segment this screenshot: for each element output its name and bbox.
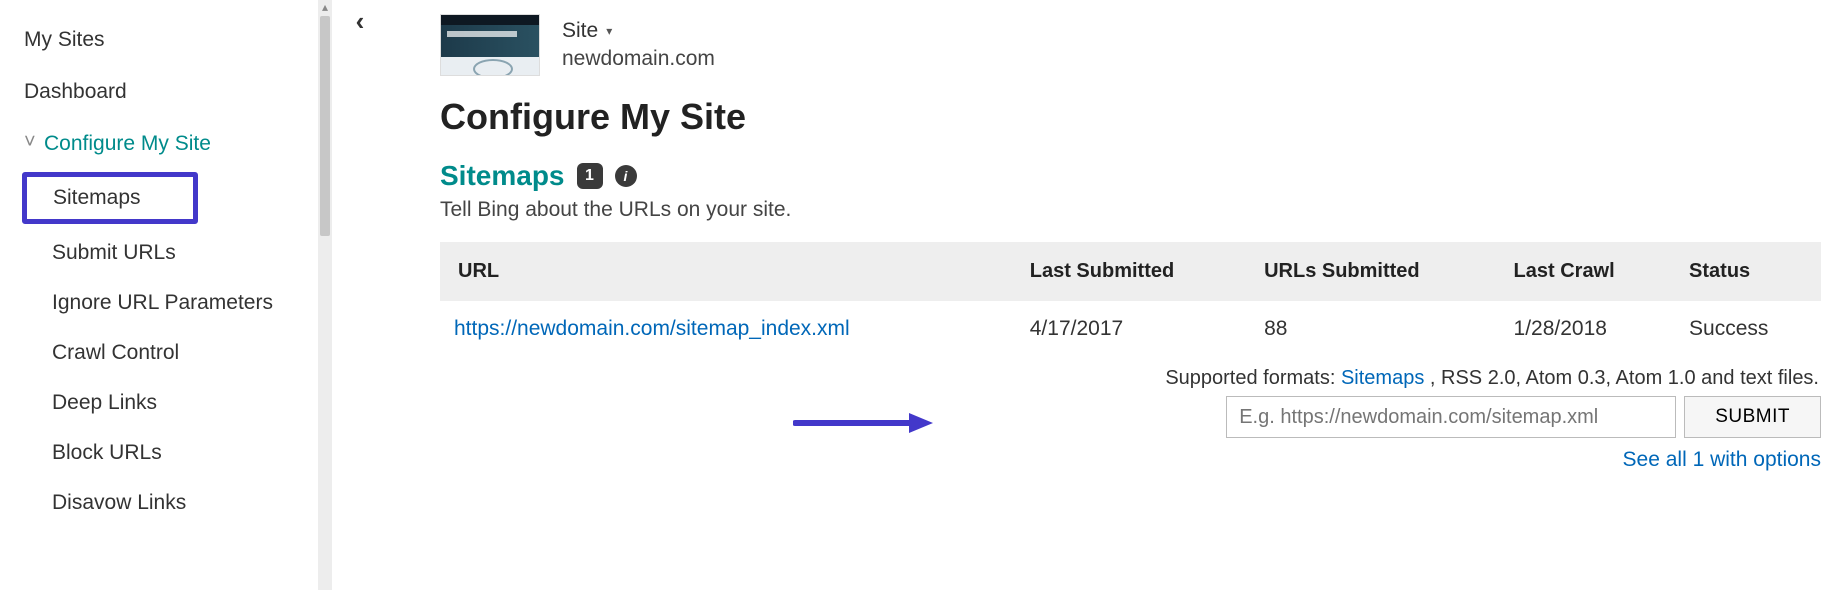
section-title: Sitemaps xyxy=(440,160,565,192)
sidebar-sub-deep-links[interactable]: Deep Links xyxy=(0,378,318,428)
sidebar-item-my-sites[interactable]: My Sites xyxy=(0,14,318,66)
collapse-sidebar-icon[interactable]: ‹ xyxy=(345,6,375,42)
page-title: Configure My Site xyxy=(440,96,1821,138)
supported-formats: Supported formats: Sitemaps , RSS 2.0, A… xyxy=(440,367,1819,390)
sidebar-item-label: Configure My Site xyxy=(44,132,211,155)
submit-button[interactable]: SUBMIT xyxy=(1684,396,1821,438)
col-url[interactable]: URL xyxy=(440,242,1016,301)
section-head: Sitemaps 1 i xyxy=(440,160,1821,192)
sidebar-item-label: Deep Links xyxy=(52,391,157,414)
dropdown-triangle-icon: ▾ xyxy=(606,23,612,39)
section-description: Tell Bing about the URLs on your site. xyxy=(440,198,1821,222)
info-icon[interactable]: i xyxy=(615,165,637,187)
scroll-up-icon[interactable]: ▴ xyxy=(318,0,332,14)
sidebar: My Sites Dashboard ˅Configure My Site Si… xyxy=(0,0,332,590)
sidebar-item-label: Ignore URL Parameters xyxy=(52,291,273,314)
count-badge: 1 xyxy=(577,163,603,189)
sidebar-item-label: My Sites xyxy=(24,28,105,51)
main-content: Site ▾ newdomain.com Configure My Site S… xyxy=(332,0,1837,590)
sidebar-item-label: Block URLs xyxy=(52,441,162,464)
submit-sitemap-row: SUBMIT xyxy=(440,396,1821,438)
formats-prefix: Supported formats: xyxy=(1165,367,1341,389)
cell-urls-submitted: 88 xyxy=(1250,301,1499,357)
sidebar-item-configure-my-site[interactable]: ˅Configure My Site xyxy=(0,118,318,170)
table-row: https://newdomain.com/sitemap_index.xml … xyxy=(440,301,1821,357)
sidebar-sub-disavow-links[interactable]: Disavow Links xyxy=(0,478,318,528)
sidebar-item-label: Disavow Links xyxy=(52,491,186,514)
chevron-down-icon: ˅ xyxy=(24,131,42,154)
formats-suffix: , RSS 2.0, Atom 0.3, Atom 1.0 and text f… xyxy=(1424,367,1819,389)
sidebar-item-label: Submit URLs xyxy=(52,241,176,264)
site-thumbnail xyxy=(440,14,540,76)
col-status[interactable]: Status xyxy=(1675,242,1821,301)
sidebar-sub-crawl-control[interactable]: Crawl Control xyxy=(0,328,318,378)
site-domain: newdomain.com xyxy=(562,45,715,73)
see-all-row: See all 1 with options xyxy=(440,448,1821,472)
sitemap-url-input[interactable] xyxy=(1226,396,1676,438)
site-selector[interactable]: Site ▾ xyxy=(562,17,612,45)
sidebar-item-label: Dashboard xyxy=(24,80,127,103)
sidebar-item-label: Sitemaps xyxy=(53,186,141,209)
sidebar-sub-block-urls[interactable]: Block URLs xyxy=(0,428,318,478)
site-meta: Site ▾ newdomain.com xyxy=(562,17,715,74)
sidebar-item-dashboard[interactable]: Dashboard xyxy=(0,66,318,118)
sitemaps-table: URL Last Submitted URLs Submitted Last C… xyxy=(440,242,1821,357)
col-urls-submitted[interactable]: URLs Submitted xyxy=(1250,242,1499,301)
col-last-crawl[interactable]: Last Crawl xyxy=(1500,242,1676,301)
sidebar-sub-submit-urls[interactable]: Submit URLs xyxy=(0,228,318,278)
sidebar-scrollbar[interactable]: ▴ xyxy=(318,0,332,590)
sitemap-url-link[interactable]: https://newdomain.com/sitemap_index.xml xyxy=(454,317,850,340)
sidebar-sub-ignore-url-parameters[interactable]: Ignore URL Parameters xyxy=(0,278,318,328)
scroll-thumb[interactable] xyxy=(320,16,330,236)
formats-sitemaps-link[interactable]: Sitemaps xyxy=(1341,367,1424,389)
site-header: Site ▾ newdomain.com xyxy=(440,14,1821,76)
cell-last-crawl: 1/28/2018 xyxy=(1500,301,1676,357)
see-all-link[interactable]: See all 1 with options xyxy=(1623,448,1821,471)
site-selector-label: Site xyxy=(562,17,598,45)
col-last-submitted[interactable]: Last Submitted xyxy=(1016,242,1250,301)
sidebar-sub-sitemaps[interactable]: Sitemaps xyxy=(22,172,198,224)
sidebar-item-label: Crawl Control xyxy=(52,341,179,364)
cell-last-submitted: 4/17/2017 xyxy=(1016,301,1250,357)
cell-status: Success xyxy=(1675,301,1821,357)
